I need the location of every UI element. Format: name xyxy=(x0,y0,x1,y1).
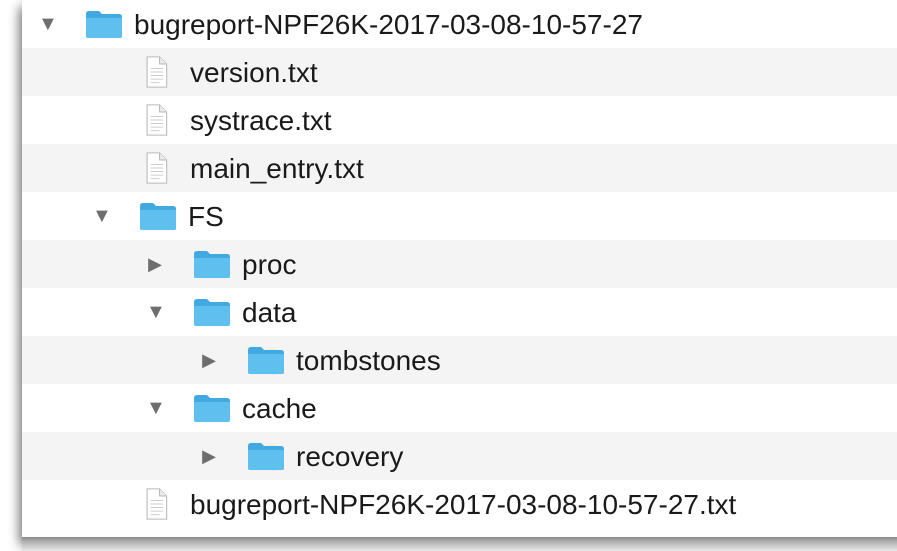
window-bottom-shadow xyxy=(22,537,897,551)
tree-item-label: recovery xyxy=(296,441,404,472)
folder-icon xyxy=(248,347,284,374)
folder-icon xyxy=(194,395,230,422)
text-file-icon xyxy=(146,488,168,520)
tree-item-label: cache xyxy=(242,393,317,424)
tree-row-folder[interactable]: ▶ proc xyxy=(22,240,897,288)
tree-item-label: proc xyxy=(242,249,297,280)
tree-row-root[interactable]: ▼ bugreport-NPF26K-2017-03-08-10-57-27 xyxy=(22,0,897,48)
text-file-icon xyxy=(146,56,168,88)
finder-window: ▼ bugreport-NPF26K-2017-03-08-10-57-27 v… xyxy=(22,0,897,537)
folder-icon xyxy=(194,299,230,326)
tree-item-label: version.txt xyxy=(190,57,318,88)
tree-item-label: bugreport-NPF26K-2017-03-08-10-57-27.txt xyxy=(190,489,737,520)
tree-item-label: main_entry.txt xyxy=(190,153,364,184)
tree-row-folder[interactable]: ▼ cache xyxy=(22,384,897,432)
disclosure-expanded-icon[interactable]: ▼ xyxy=(146,301,166,323)
folder-icon xyxy=(248,443,284,470)
text-file-icon xyxy=(146,152,168,184)
tree-item-label: data xyxy=(242,297,297,328)
tree-row-folder[interactable]: ▼ FS xyxy=(22,192,897,240)
folder-icon xyxy=(194,251,230,278)
text-file-icon xyxy=(146,104,168,136)
tree-row-folder[interactable]: ▶ tombstones xyxy=(22,336,897,384)
tree-item-label: systrace.txt xyxy=(190,105,332,136)
tree-row-file[interactable]: systrace.txt xyxy=(22,96,897,144)
disclosure-collapsed-icon[interactable]: ▶ xyxy=(146,253,164,275)
tree-item-label: tombstones xyxy=(296,345,441,376)
tree-row-file[interactable]: main_entry.txt xyxy=(22,144,897,192)
tree-row-file[interactable]: bugreport-NPF26K-2017-03-08-10-57-27.txt xyxy=(22,480,897,528)
tree-row-folder[interactable]: ▶ recovery xyxy=(22,432,897,480)
tree-row-folder[interactable]: ▼ data xyxy=(22,288,897,336)
folder-icon xyxy=(86,11,122,38)
folder-icon xyxy=(140,203,176,230)
tree-item-label: bugreport-NPF26K-2017-03-08-10-57-27 xyxy=(134,9,643,40)
tree-item-label: FS xyxy=(188,201,224,232)
disclosure-collapsed-icon[interactable]: ▶ xyxy=(200,349,218,371)
disclosure-collapsed-icon[interactable]: ▶ xyxy=(200,445,218,467)
disclosure-expanded-icon[interactable]: ▼ xyxy=(92,205,112,227)
disclosure-expanded-icon[interactable]: ▼ xyxy=(146,397,166,419)
tree-row-file[interactable]: version.txt xyxy=(22,48,897,96)
disclosure-expanded-icon[interactable]: ▼ xyxy=(38,13,58,35)
